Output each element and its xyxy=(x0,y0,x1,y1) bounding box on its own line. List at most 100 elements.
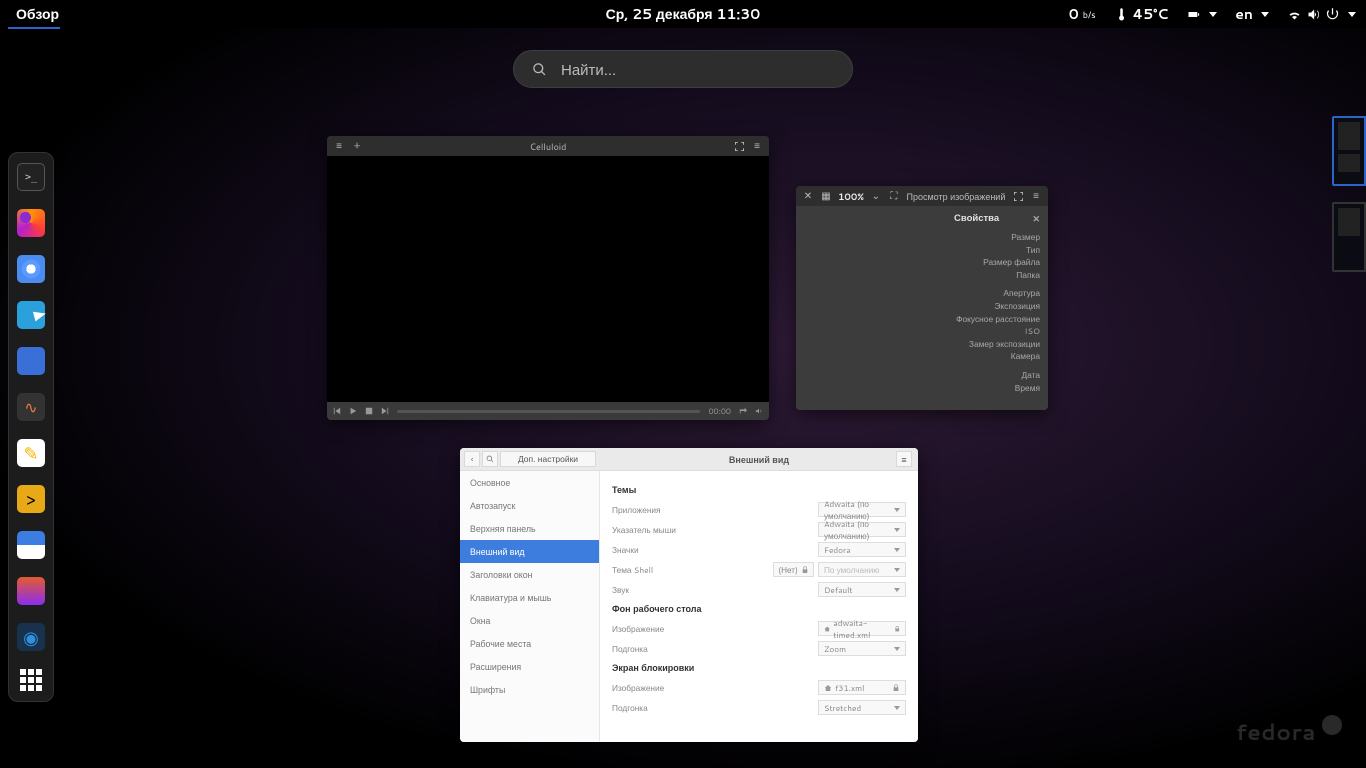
tweaks-content: Темы ПриложенияAdwaita (по умолчанию)Ука… xyxy=(600,471,918,742)
dropdown[interactable]: Fedora xyxy=(818,542,906,557)
property-label: Папка xyxy=(954,269,1040,282)
window-image-viewer[interactable]: ✕ ▦ 100% ⌄ ⛶ Просмотр изображений ≡ Свой… xyxy=(796,186,1048,410)
property-label: Апертура xyxy=(954,287,1040,300)
file-chooser[interactable]: f31.xml xyxy=(818,680,906,695)
sidebar-item[interactable]: Расширения xyxy=(460,655,599,678)
dock-app-media-player[interactable] xyxy=(17,623,45,651)
workspace-thumb-2[interactable] xyxy=(1332,202,1366,272)
dock-app-terminal[interactable] xyxy=(17,163,45,191)
sidebar-item[interactable]: Основное xyxy=(460,471,599,494)
property-label: Экспозиция xyxy=(954,300,1040,313)
property-label: Размер xyxy=(954,231,1040,244)
settings-row: Тема Shell(Нет) По умолчанию xyxy=(612,562,906,577)
dock-app-swap[interactable] xyxy=(17,531,45,559)
celluloid-headerbar: ≡ + Celluloid ≡ xyxy=(327,136,769,156)
zoom-fit-icon[interactable]: ⛶ xyxy=(888,190,900,202)
row-label: Изображение xyxy=(612,623,818,635)
window-gnome-tweaks[interactable]: ‹ Доп. настройки GNOME Внешний вид ≡ Осн… xyxy=(460,448,918,742)
power-icon xyxy=(1325,7,1340,22)
sidebar-item[interactable]: Внешний вид xyxy=(460,540,599,563)
tweaks-header-right: Внешний вид ≡ xyxy=(600,448,918,470)
sidebar-item[interactable]: Рабочие места xyxy=(460,632,599,655)
section-background: Фон рабочего стола xyxy=(612,602,906,615)
activities-button[interactable]: Обзор xyxy=(10,2,65,26)
thermometer-icon xyxy=(1114,7,1129,22)
fedora-watermark: fedora xyxy=(1236,717,1342,748)
gallery-icon[interactable]: ▦ xyxy=(820,190,832,202)
play-icon[interactable] xyxy=(349,407,357,415)
dock-app-wine[interactable] xyxy=(17,577,45,605)
dock-app-chromium[interactable] xyxy=(17,255,45,283)
search-button[interactable] xyxy=(482,451,498,467)
clock[interactable]: Ср, 25 декабря 11:30 xyxy=(606,4,761,24)
sidebar-item[interactable]: Заголовки окон xyxy=(460,563,599,586)
dropdown[interactable]: Stretched xyxy=(818,700,906,715)
dash xyxy=(8,152,54,702)
sidebar-item[interactable]: Автозапуск xyxy=(460,494,599,517)
prev-icon[interactable] xyxy=(333,407,341,415)
menu-button[interactable]: ≡ xyxy=(896,451,912,467)
close-icon[interactable]: ✕ xyxy=(802,190,814,202)
battery-indicator[interactable] xyxy=(1186,7,1217,22)
fullscreen-icon[interactable] xyxy=(1012,190,1024,202)
seek-bar[interactable] xyxy=(397,410,700,413)
back-button[interactable]: ‹ xyxy=(464,451,480,467)
stop-icon[interactable] xyxy=(365,407,373,415)
settings-row: Изображениеf31.xml xyxy=(612,680,906,695)
row-label: Звук xyxy=(612,584,818,596)
celluloid-video-area[interactable] xyxy=(327,156,769,402)
file-chooser[interactable]: adwaita-timed.xml xyxy=(818,621,906,636)
dock-app-files[interactable] xyxy=(17,347,45,375)
celluloid-title: Celluloid xyxy=(369,140,727,153)
zoom-level[interactable]: 100% xyxy=(838,190,864,203)
row-label: Подгонка xyxy=(612,702,818,714)
menu-icon[interactable]: ≡ xyxy=(751,140,763,152)
dropdown[interactable]: Zoom xyxy=(818,641,906,656)
dock-app-firefox[interactable] xyxy=(17,209,45,237)
tweaks-panel-title: Внешний вид xyxy=(729,453,789,466)
next-icon[interactable] xyxy=(381,407,389,415)
dock-app-system-monitor[interactable] xyxy=(17,393,45,421)
keyboard-layout-label: en xyxy=(1235,4,1253,24)
property-label: ISO xyxy=(954,325,1040,338)
properties-close-icon[interactable]: ✕ xyxy=(1032,212,1040,225)
row-label: Изображение xyxy=(612,682,818,694)
tweaks-sidebar: ОсновноеАвтозапускВерхняя панельВнешний … xyxy=(460,471,600,742)
playlist-toggle-icon[interactable]: ≡ xyxy=(333,140,345,152)
system-status-area[interactable] xyxy=(1287,7,1356,22)
keyboard-layout-indicator[interactable]: en xyxy=(1235,4,1269,24)
dropdown[interactable]: Default xyxy=(818,582,906,597)
search-icon xyxy=(532,62,547,77)
sidebar-item[interactable]: Окна xyxy=(460,609,599,632)
fullscreen-icon[interactable] xyxy=(733,140,745,152)
overview-search[interactable]: Найти… xyxy=(513,50,853,88)
shell-theme-chip[interactable]: (Нет) xyxy=(773,562,814,577)
dock-app-text-editor[interactable] xyxy=(17,439,45,467)
activities-underline xyxy=(8,27,60,29)
settings-row: ПриложенияAdwaita (по умолчанию) xyxy=(612,502,906,517)
sidebar-item[interactable]: Шрифты xyxy=(460,678,599,701)
tweaks-header-title: Доп. настройки GNOME xyxy=(500,451,596,467)
dropdown[interactable]: По умолчанию xyxy=(818,562,906,577)
sidebar-item[interactable]: Верхняя панель xyxy=(460,517,599,540)
add-button[interactable]: + xyxy=(351,140,363,152)
search-placeholder: Найти… xyxy=(561,59,616,80)
eog-canvas[interactable] xyxy=(796,206,946,410)
settings-row: ПодгонкаZoom xyxy=(612,641,906,656)
loop-icon[interactable] xyxy=(739,407,747,415)
property-label: Замер экспозиции xyxy=(954,338,1040,351)
dropdown[interactable]: Adwaita (по умолчанию) xyxy=(818,522,906,537)
sidebar-item[interactable]: Клавиатура и мышь xyxy=(460,586,599,609)
row-label: Указатель мыши xyxy=(612,524,818,536)
dock-app-telegram[interactable] xyxy=(17,301,45,329)
volume-icon[interactable] xyxy=(755,407,763,415)
dropdown[interactable]: Adwaita (по умолчанию) xyxy=(818,502,906,517)
show-applications-button[interactable] xyxy=(20,669,42,691)
settings-row: Указатель мышиAdwaita (по умолчанию) xyxy=(612,522,906,537)
chevron-down-icon[interactable]: ⌄ xyxy=(870,190,882,202)
window-celluloid[interactable]: ≡ + Celluloid ≡ 00:00 xyxy=(327,136,769,420)
row-label: Тема Shell xyxy=(612,564,773,576)
dock-app-plex[interactable] xyxy=(17,485,45,513)
menu-icon[interactable]: ≡ xyxy=(1030,190,1042,202)
workspace-thumb-1[interactable] xyxy=(1332,116,1366,186)
